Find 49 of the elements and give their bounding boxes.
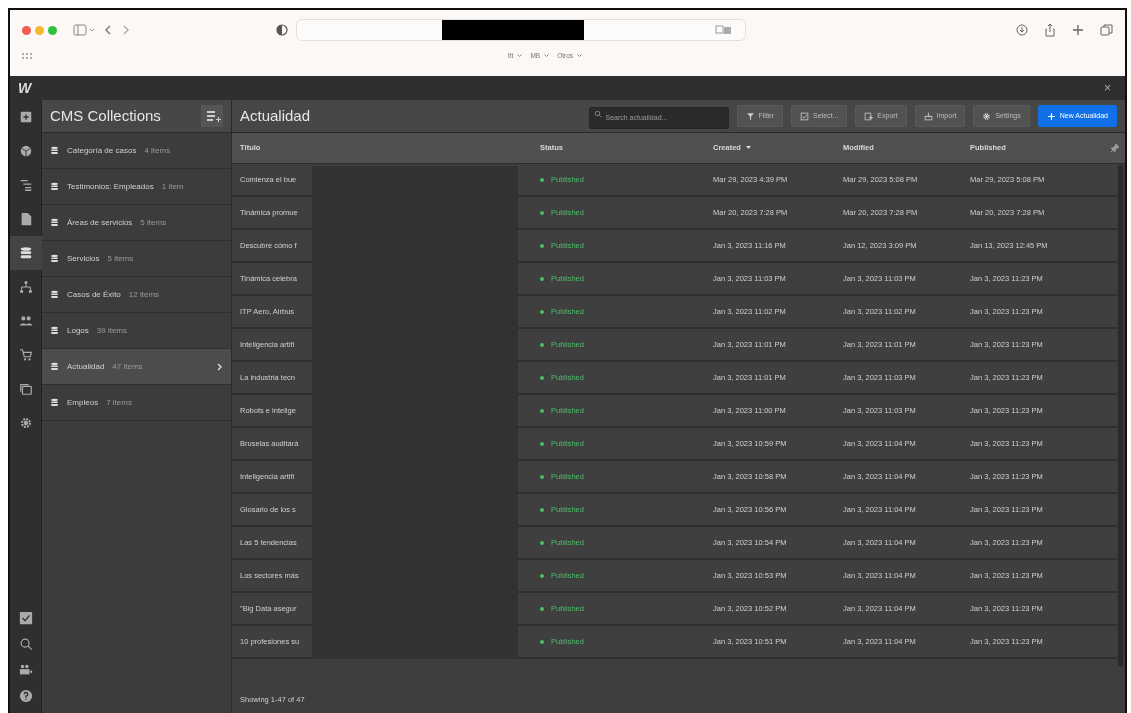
collection-item[interactable]: Actualidad 47 items xyxy=(42,349,231,385)
settings-icon xyxy=(982,111,992,121)
database-icon xyxy=(50,254,59,263)
filter-icon xyxy=(745,111,755,121)
sidebar-toggle-icon[interactable] xyxy=(73,24,95,36)
chevron-icon xyxy=(517,54,523,58)
close-button[interactable]: × xyxy=(1098,78,1117,98)
database-icon xyxy=(19,246,33,260)
tabs-icon[interactable] xyxy=(1100,23,1113,37)
database-icon xyxy=(50,398,59,407)
share-icon[interactable] xyxy=(1044,23,1056,37)
plus-icon xyxy=(1046,111,1056,121)
search-icon xyxy=(593,110,602,119)
back-icon[interactable] xyxy=(103,24,113,36)
database-icon xyxy=(50,290,59,299)
branch-icon xyxy=(19,280,33,294)
database-icon xyxy=(50,218,59,227)
cube-icon xyxy=(19,144,33,158)
database-icon xyxy=(50,362,59,371)
database-icon xyxy=(50,182,59,191)
download-icon[interactable] xyxy=(1016,24,1028,36)
search-icon[interactable] xyxy=(19,637,33,651)
page-icon xyxy=(19,212,33,226)
settings-icon xyxy=(19,416,33,430)
add-icon xyxy=(19,110,33,124)
video-icon[interactable] xyxy=(19,663,33,677)
navigator-icon xyxy=(19,178,33,192)
import-icon xyxy=(923,111,933,121)
export-icon xyxy=(864,111,874,121)
checkbox-icon xyxy=(800,111,810,121)
app-logo: W xyxy=(18,78,32,98)
plus-icon[interactable] xyxy=(1072,24,1084,36)
pin-icon[interactable] xyxy=(1110,143,1120,153)
panel-title: CMS Collections xyxy=(50,105,161,126)
cart-icon xyxy=(19,348,33,362)
collection-title: Actualidad xyxy=(240,105,311,126)
chevron-icon xyxy=(544,54,550,58)
assets-icon xyxy=(19,382,33,396)
database-icon xyxy=(50,146,59,155)
shield-icon[interactable] xyxy=(276,24,288,36)
address-bar[interactable] xyxy=(296,19,746,41)
chevron-icon xyxy=(217,362,223,371)
add-collection-icon[interactable] xyxy=(201,105,223,127)
chevron-icon xyxy=(577,54,583,58)
checkbox-icon[interactable] xyxy=(19,611,33,625)
window-controls[interactable] xyxy=(22,25,57,35)
help-icon[interactable] xyxy=(19,689,33,703)
users-icon xyxy=(19,314,33,328)
database-icon xyxy=(50,326,59,335)
